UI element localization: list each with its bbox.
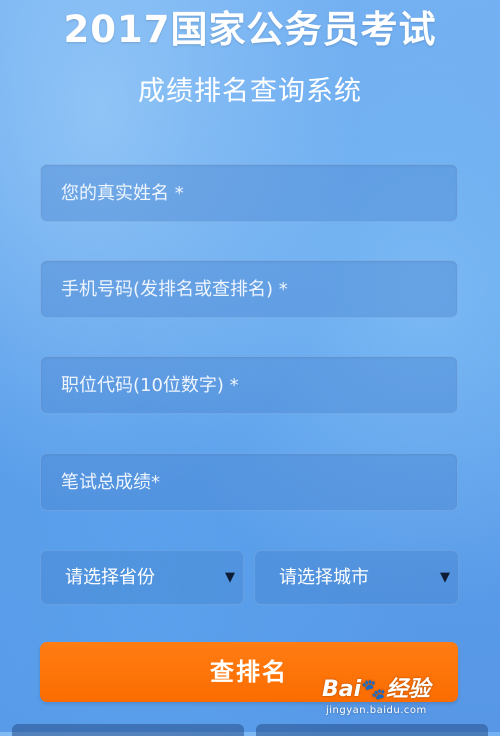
page-subtitle: 成绩排名查询系统 bbox=[138, 76, 362, 107]
name-field[interactable] bbox=[40, 164, 458, 222]
baidu-logo-left: Bai bbox=[322, 677, 362, 702]
position-code-field[interactable] bbox=[40, 356, 458, 414]
dropdown-arrow-icon: ▼ bbox=[225, 570, 235, 585]
city-select-label: 请选择城市 bbox=[279, 567, 369, 588]
city-select[interactable]: 请选择城市 ▼ bbox=[254, 550, 459, 605]
bottom-strip-left bbox=[12, 724, 244, 736]
phone-field[interactable] bbox=[40, 260, 458, 318]
position-code-input[interactable] bbox=[41, 357, 457, 413]
province-select[interactable]: 请选择省份 ▼ bbox=[40, 550, 244, 605]
dropdown-arrow-icon: ▼ bbox=[440, 570, 450, 585]
phone-input[interactable] bbox=[41, 261, 457, 317]
province-select-label: 请选择省份 bbox=[65, 567, 155, 588]
score-field[interactable] bbox=[40, 453, 458, 511]
baidu-logo: Bai🐾经验 bbox=[322, 676, 430, 703]
page-title: 2017国家公务员考试 bbox=[63, 8, 437, 51]
watermark-url: jingyan.baidu.com bbox=[326, 705, 427, 716]
baidu-jingyan-watermark: Bai🐾经验 jingyan.baidu.com bbox=[322, 676, 472, 724]
name-input[interactable] bbox=[41, 165, 457, 221]
baidu-paw-icon: 🐾 bbox=[361, 677, 387, 701]
baidu-logo-right: 经验 bbox=[386, 677, 431, 702]
score-input[interactable] bbox=[41, 454, 457, 510]
bottom-strip-right bbox=[256, 724, 488, 736]
